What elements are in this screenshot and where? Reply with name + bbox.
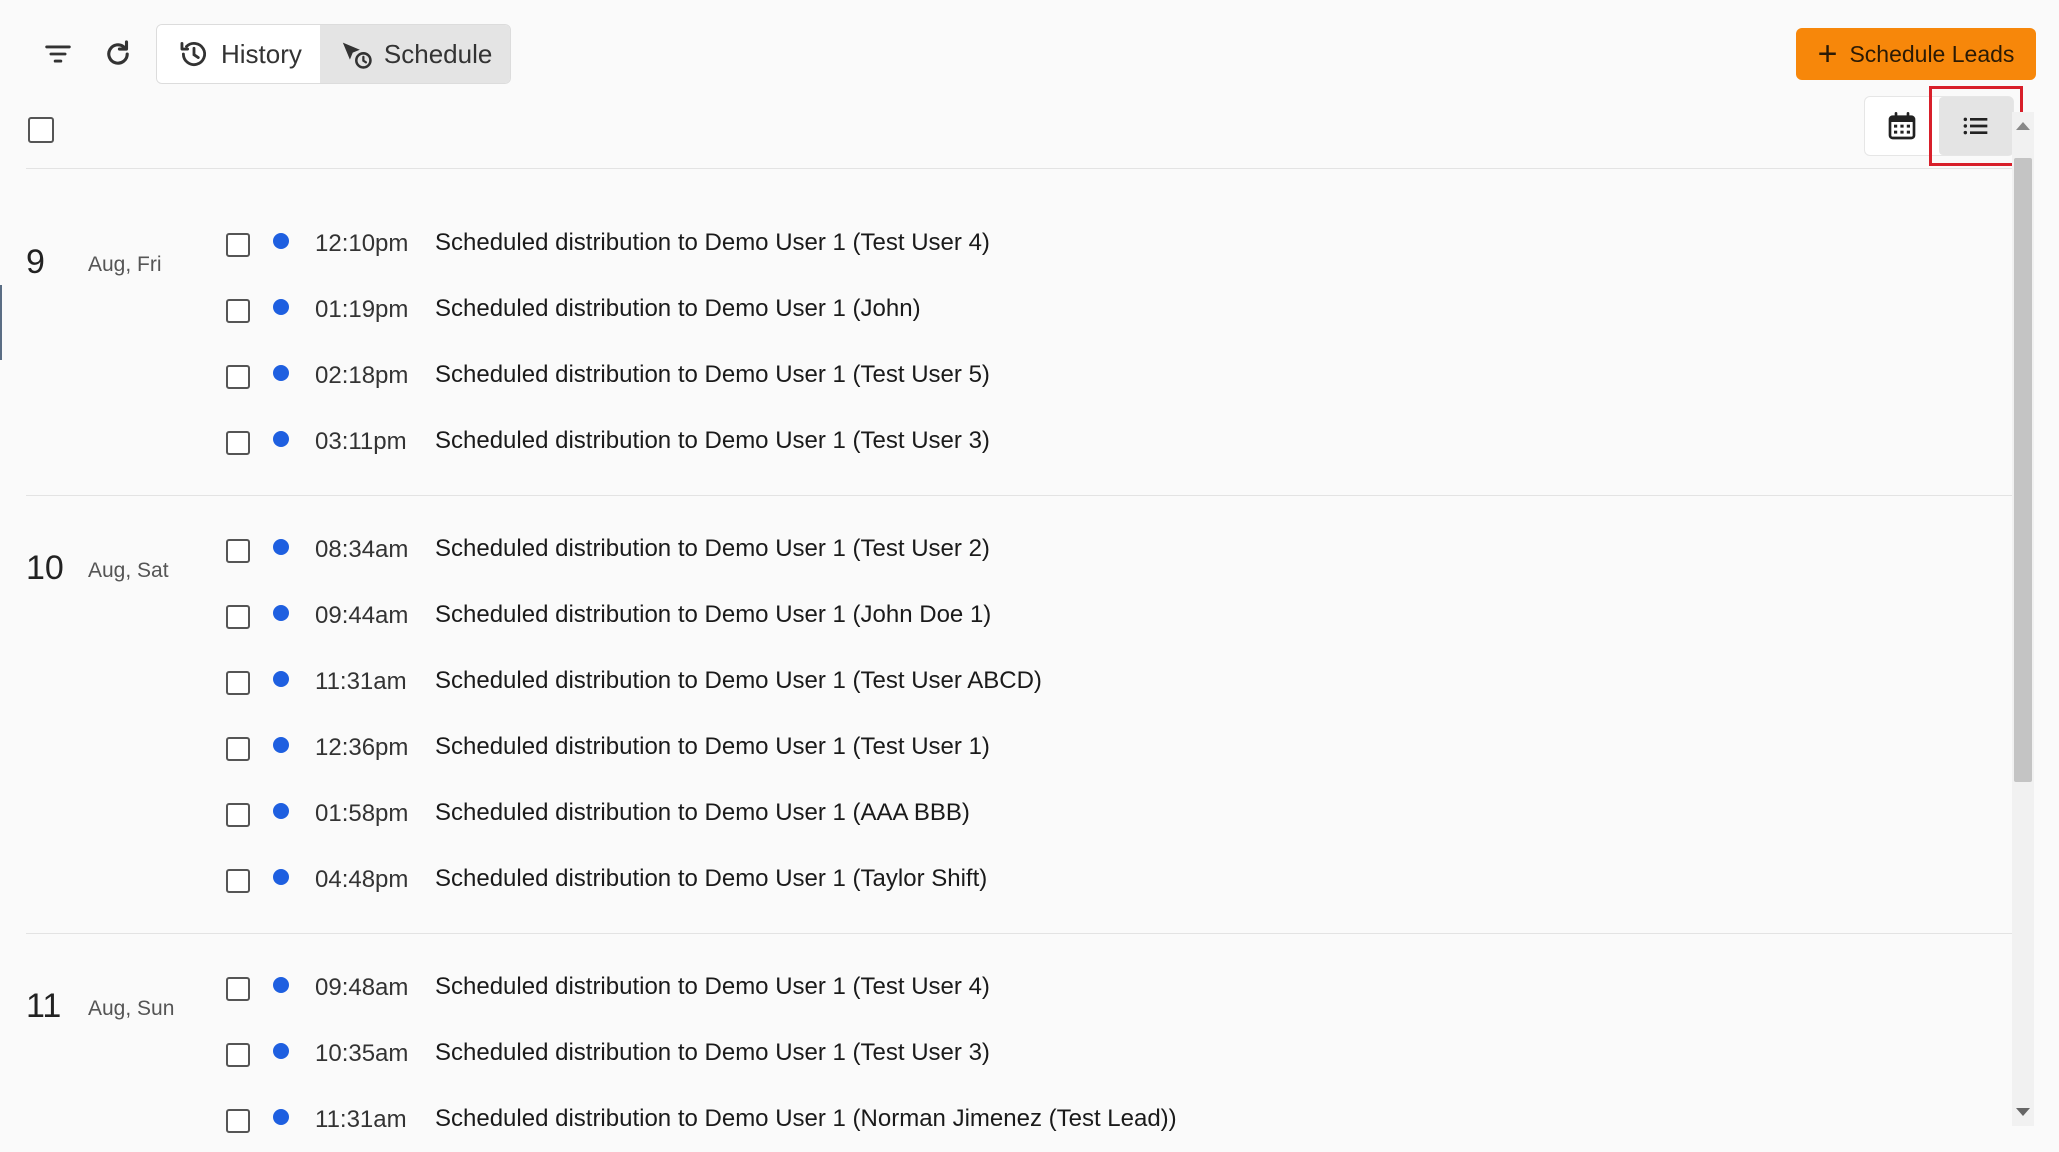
plus-icon: + bbox=[1817, 35, 1838, 73]
scrollbar[interactable] bbox=[2012, 112, 2034, 1126]
entry-title[interactable]: Scheduled distribution to Demo User 1 (T… bbox=[435, 361, 990, 389]
entry-title[interactable]: Scheduled distribution to Demo User 1 (A… bbox=[435, 799, 970, 827]
entry-title[interactable]: Scheduled distribution to Demo User 1 (T… bbox=[435, 667, 1042, 695]
entry-checkbox[interactable] bbox=[226, 539, 250, 563]
day-group: 9 Aug, Fri 12:10pm Scheduled distribution t… bbox=[26, 211, 2012, 496]
entry-checkbox[interactable] bbox=[226, 431, 250, 455]
status-dot bbox=[273, 671, 289, 687]
tab-history-label: History bbox=[221, 38, 302, 69]
tab-schedule[interactable]: Schedule bbox=[319, 25, 511, 83]
entry-time: 02:18pm bbox=[315, 362, 409, 389]
refresh-icon bbox=[107, 40, 129, 65]
view-switch bbox=[1864, 96, 2014, 156]
entry-time: 11:31am bbox=[315, 668, 407, 695]
entry-time: 11:31am bbox=[315, 1106, 407, 1133]
schedule-leads-label: Schedule Leads bbox=[1849, 40, 2015, 67]
entry-time: 03:11pm bbox=[315, 428, 407, 455]
filter-icon bbox=[45, 45, 71, 63]
status-dot bbox=[273, 431, 289, 447]
schedule-entry[interactable]: 02:18pm Scheduled distribution to Demo Us… bbox=[26, 343, 2012, 409]
header-divider bbox=[26, 168, 2016, 169]
entry-title[interactable]: Scheduled distribution to Demo User 1 (T… bbox=[435, 535, 990, 563]
list-icon bbox=[1963, 117, 1988, 135]
entry-checkbox[interactable] bbox=[226, 803, 250, 827]
entry-checkbox[interactable] bbox=[226, 977, 250, 1001]
entry-title[interactable]: Scheduled distribution to Demo User 1 (J… bbox=[435, 295, 921, 323]
tab-schedule-label: Schedule bbox=[383, 38, 493, 69]
entry-time: 12:36pm bbox=[315, 734, 409, 761]
scroll-thumb[interactable] bbox=[2014, 158, 2032, 782]
entry-checkbox[interactable] bbox=[226, 737, 250, 761]
entry-checkbox[interactable] bbox=[226, 299, 250, 323]
entry-checkbox[interactable] bbox=[226, 1043, 250, 1067]
entry-time: 09:44am bbox=[315, 602, 409, 629]
entry-title[interactable]: Scheduled distribution to Demo User 1 (T… bbox=[435, 1039, 990, 1067]
entry-title[interactable]: Scheduled distribution to Demo User 1 (N… bbox=[435, 1105, 1177, 1133]
schedule-entry[interactable]: 10:35am Scheduled distribution to Demo Us… bbox=[26, 1021, 2012, 1087]
entry-title[interactable]: Scheduled distribution to Demo User 1 (T… bbox=[435, 733, 990, 761]
entry-title[interactable]: Scheduled distribution to Demo User 1 (T… bbox=[435, 973, 990, 1001]
schedule-leads-button[interactable]: + Schedule Leads bbox=[1796, 28, 2036, 80]
entry-time: 09:48am bbox=[315, 974, 409, 1001]
status-dot bbox=[273, 539, 289, 555]
schedule-entry[interactable]: 09:44am Scheduled distribution to Demo Us… bbox=[26, 583, 2012, 649]
day-group: 10 Aug, Sat 08:34am Scheduled distribution … bbox=[26, 517, 2012, 934]
schedule-entry[interactable]: 12:36pm Scheduled distribution to Demo Us… bbox=[26, 715, 2012, 781]
entry-title[interactable]: Scheduled distribution to Demo User 1 (T… bbox=[435, 427, 990, 455]
history-icon bbox=[180, 41, 206, 67]
select-all-checkbox[interactable] bbox=[28, 117, 54, 143]
entry-title[interactable]: Scheduled distribution to Demo User 1 (T… bbox=[435, 229, 990, 257]
status-dot bbox=[273, 803, 289, 819]
schedule-entry[interactable]: 11:31am Scheduled distribution to Demo Us… bbox=[26, 1087, 2012, 1152]
calendar-icon bbox=[1888, 112, 1916, 140]
entry-checkbox[interactable] bbox=[226, 233, 250, 257]
tab-history[interactable]: History bbox=[157, 25, 320, 83]
entry-time: 04:48pm bbox=[315, 866, 409, 893]
schedule-entry[interactable]: 01:19pm Scheduled distribution to Demo Us… bbox=[26, 277, 2012, 343]
status-dot bbox=[273, 737, 289, 753]
scroll-down-arrow[interactable] bbox=[2016, 1108, 2030, 1116]
day-entries: 12:10pm Scheduled distribution to Demo Us… bbox=[26, 211, 2012, 495]
entry-time: 01:19pm bbox=[315, 296, 409, 323]
schedule-entry[interactable]: 01:58pm Scheduled distribution to Demo Us… bbox=[26, 781, 2012, 847]
status-dot bbox=[273, 605, 289, 621]
filter-button[interactable] bbox=[28, 24, 88, 84]
list-view-button[interactable] bbox=[1939, 97, 2013, 155]
entry-checkbox[interactable] bbox=[226, 365, 250, 389]
schedule-icon bbox=[342, 42, 372, 69]
entry-time: 10:35am bbox=[315, 1040, 409, 1067]
day-group: 11 Aug, Sun 09:48am Scheduled distribution … bbox=[26, 955, 2012, 1152]
day-entries: 08:34am Scheduled distribution to Demo Us… bbox=[26, 517, 2012, 933]
entry-title[interactable]: Scheduled distribution to Demo User 1 (J… bbox=[435, 601, 991, 629]
status-dot bbox=[273, 1109, 289, 1125]
entry-checkbox[interactable] bbox=[226, 1109, 250, 1133]
entry-title[interactable]: Scheduled distribution to Demo User 1 (T… bbox=[435, 865, 987, 893]
history-schedule-toggle: History Schedule bbox=[156, 24, 512, 84]
schedule-entry[interactable]: 04:48pm Scheduled distribution to Demo Us… bbox=[26, 847, 2012, 913]
entry-time: 08:34am bbox=[315, 536, 409, 563]
schedule-app: History Schedule + Schedule Leads 9 Aug, … bbox=[0, 0, 2059, 1152]
entry-checkbox[interactable] bbox=[226, 605, 250, 629]
status-dot bbox=[273, 869, 289, 885]
schedule-entry[interactable]: 03:11pm Scheduled distribution to Demo Us… bbox=[26, 409, 2012, 475]
schedule-list: 9 Aug, Fri 12:10pm Scheduled distribution t… bbox=[0, 190, 2012, 1152]
day-entries: 09:48am Scheduled distribution to Demo Us… bbox=[26, 955, 2012, 1152]
calendar-view-button[interactable] bbox=[1865, 97, 1939, 155]
schedule-entry[interactable]: 08:34am Scheduled distribution to Demo Us… bbox=[26, 517, 2012, 583]
status-dot bbox=[273, 977, 289, 993]
entry-checkbox[interactable] bbox=[226, 869, 250, 893]
status-dot bbox=[273, 233, 289, 249]
schedule-entry[interactable]: 12:10pm Scheduled distribution to Demo Us… bbox=[26, 211, 2012, 277]
status-dot bbox=[273, 1043, 289, 1059]
toolbar: History Schedule bbox=[28, 24, 512, 84]
entry-time: 12:10pm bbox=[315, 230, 409, 257]
status-dot bbox=[273, 365, 289, 381]
scroll-up-arrow[interactable] bbox=[2016, 122, 2030, 130]
refresh-button[interactable] bbox=[88, 24, 148, 84]
schedule-entry[interactable]: 09:48am Scheduled distribution to Demo Us… bbox=[26, 955, 2012, 1021]
entry-checkbox[interactable] bbox=[226, 671, 250, 695]
status-dot bbox=[273, 299, 289, 315]
schedule-entry[interactable]: 11:31am Scheduled distribution to Demo Us… bbox=[26, 649, 2012, 715]
entry-time: 01:58pm bbox=[315, 800, 409, 827]
